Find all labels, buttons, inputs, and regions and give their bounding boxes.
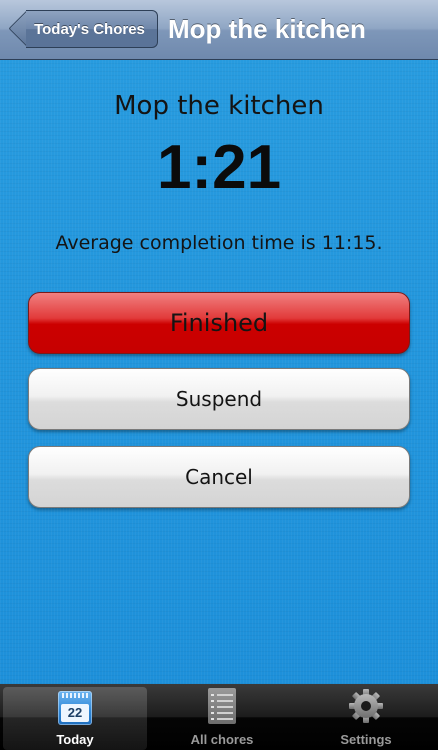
calendar-icon: 22 [58, 691, 92, 725]
finished-button-label: Finished [169, 309, 269, 337]
navigation-bar: Today's Chores Mop the kitchen [0, 0, 438, 60]
gear-icon [347, 687, 385, 725]
tab-bar: 22 Today All chores Settings [0, 684, 438, 750]
back-button-body[interactable]: Today's Chores [26, 10, 158, 48]
main-content: Mop the kitchen 1:21 Average completion … [0, 60, 438, 684]
calendar-day-number: 22 [67, 705, 83, 720]
list-icon [208, 688, 236, 724]
chore-title: Mop the kitchen [114, 91, 324, 121]
list-line [211, 706, 233, 708]
timer-display: 1:21 [156, 133, 282, 202]
suspend-button[interactable]: Suspend [28, 368, 410, 430]
nav-title: Mop the kitchen [168, 14, 366, 44]
cancel-button-label: Cancel [185, 465, 253, 489]
list-line [211, 712, 233, 714]
calendar-rings [62, 693, 88, 698]
cancel-button[interactable]: Cancel [28, 446, 410, 508]
list-line [211, 700, 233, 702]
tab-all-chores[interactable]: All chores [150, 684, 294, 750]
tab-today[interactable]: 22 Today [3, 687, 147, 750]
calendar-page: 22 [61, 704, 89, 722]
list-line [211, 718, 233, 720]
gear-icon-svg [349, 689, 383, 723]
tab-settings[interactable]: Settings [294, 684, 438, 750]
list-line [211, 694, 233, 696]
tab-settings-label: Settings [340, 732, 392, 747]
tab-today-label: Today [56, 732, 94, 747]
back-button-label: Today's Chores [34, 20, 145, 38]
tab-all-chores-label: All chores [190, 732, 254, 747]
suspend-button-label: Suspend [175, 387, 263, 411]
finished-button[interactable]: Finished [28, 292, 410, 354]
back-button[interactable]: Today's Chores [8, 10, 158, 48]
average-completion-text: Average completion time is 11:15. [55, 232, 383, 254]
